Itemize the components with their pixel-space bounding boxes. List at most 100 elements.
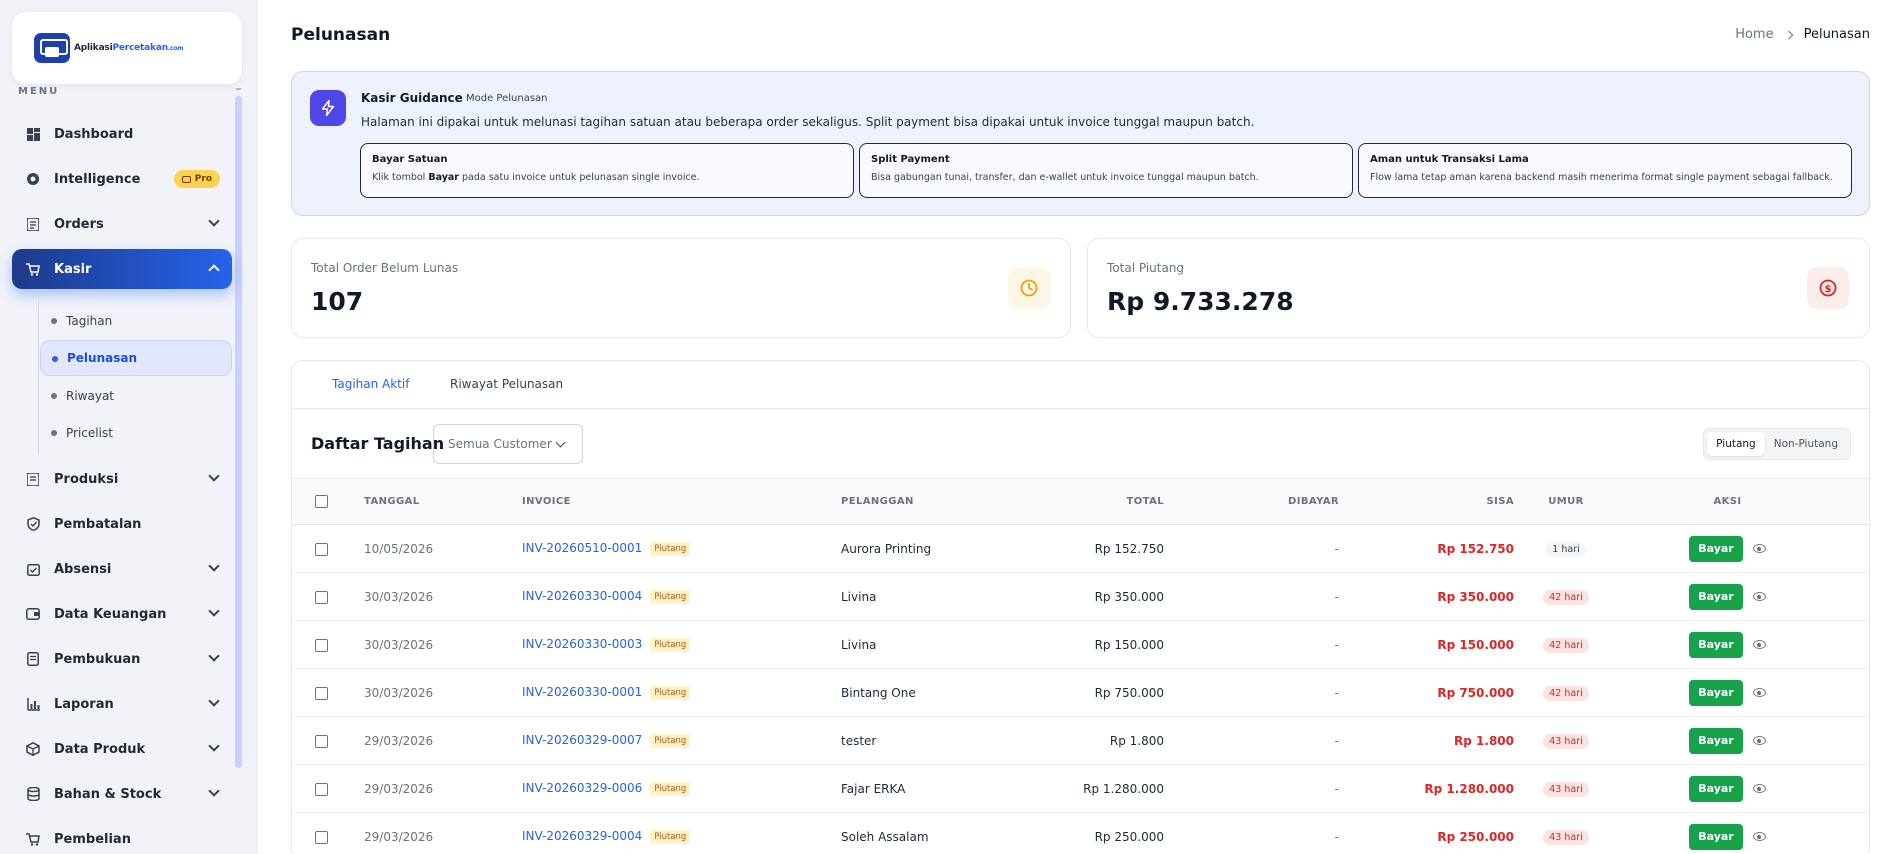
row-checkbox[interactable] xyxy=(315,638,328,652)
sidebar-item-data-produk[interactable]: Data Produk xyxy=(12,729,232,769)
page-title: Pelunasan xyxy=(291,25,391,45)
cell-customer: Livina xyxy=(841,589,877,604)
tab-riwayat-pelunasan[interactable]: Riwayat Pelunasan xyxy=(450,377,563,391)
guidance-mode: Mode Pelunasan xyxy=(466,93,548,104)
column-header[interactable]: TOTAL xyxy=(1016,479,1164,525)
sidebar-item-produksi[interactable]: Produksi xyxy=(12,459,232,499)
eye-icon[interactable] xyxy=(1753,592,1766,601)
sidebar-item-label: Pembelian xyxy=(54,831,131,847)
age-badge: 43 hari xyxy=(1543,829,1589,845)
bayar-button[interactable]: Bayar xyxy=(1689,631,1743,658)
column-header[interactable]: TANGGAL xyxy=(364,479,522,525)
table-row: 29/03/2026 INV-20260329-0004 Piutang Soleh … xyxy=(292,813,1869,854)
column-header[interactable]: INVOICE xyxy=(522,479,841,525)
cell-paid: - xyxy=(1334,541,1339,556)
cell-total: Rp 150.000 xyxy=(1094,637,1164,652)
bayar-button[interactable]: Bayar xyxy=(1689,823,1743,850)
row-checkbox[interactable] xyxy=(315,782,328,796)
invoice-link[interactable]: INV-20260329-0004 xyxy=(522,829,642,843)
sidebar-subitem-pricelist[interactable]: Pricelist xyxy=(40,415,232,451)
column-header[interactable]: DIBAYAR xyxy=(1164,479,1339,525)
stat-card-unpaid-orders: Total Order Belum Lunas 107 xyxy=(291,238,1071,338)
age-badge: 43 hari xyxy=(1543,781,1589,797)
sidebar-item-pembatalan[interactable]: Pembatalan xyxy=(12,504,232,544)
sidebar-item-pembelian[interactable]: Pembelian xyxy=(12,819,232,854)
sidebar-item-label: Laporan xyxy=(54,696,114,712)
eye-icon[interactable] xyxy=(1753,832,1766,841)
cell-customer: Aurora Printing xyxy=(841,541,932,556)
cell-paid: - xyxy=(1334,733,1339,748)
eye-icon[interactable] xyxy=(1753,688,1766,697)
lightning-icon xyxy=(310,90,346,126)
sidebar-item-dashboard[interactable]: Dashboard xyxy=(12,114,232,154)
sidebar-subitem-tagihan[interactable]: Tagihan xyxy=(40,303,232,339)
sidebar-item-intelligence[interactable]: Intelligence Pro xyxy=(12,159,232,199)
sidebar-item-laporan[interactable]: Laporan xyxy=(12,684,232,724)
sidebar-item-label: Data Keuangan xyxy=(54,606,167,622)
table-row: 30/03/2026 INV-20260330-0001 Piutang Bintan… xyxy=(292,669,1869,717)
eye-icon[interactable] xyxy=(1753,544,1766,553)
piutang-badge: Piutang xyxy=(650,637,691,652)
bayar-button[interactable]: Bayar xyxy=(1689,775,1743,802)
scroll-arrow-icon[interactable] xyxy=(236,88,241,90)
sidebar-scrollbar[interactable] xyxy=(235,96,242,768)
invoice-link[interactable]: INV-20260330-0001 xyxy=(522,685,642,699)
bayar-button[interactable]: Bayar xyxy=(1689,583,1743,610)
segment-non-piutang[interactable]: Non-Piutang xyxy=(1765,432,1847,456)
age-badge: 43 hari xyxy=(1543,733,1589,749)
sidebar-item-pembukuan[interactable]: Pembukuan xyxy=(12,639,232,679)
table-header-row: TANGGAL INVOICE PELANGGAN TOTAL DIBAYAR … xyxy=(292,478,1869,525)
cell-total: Rp 250.000 xyxy=(1094,829,1164,844)
sidebar-item-bahan-stock[interactable]: Bahan & Stock xyxy=(12,774,232,814)
sidebar-subitem-pelunasan[interactable]: Pelunasan xyxy=(40,340,232,376)
eye-icon[interactable] xyxy=(1753,736,1766,745)
row-checkbox[interactable] xyxy=(315,686,328,700)
cell-date: 30/03/2026 xyxy=(364,637,434,652)
breadcrumb-home[interactable]: Home xyxy=(1735,27,1773,42)
eye-icon[interactable] xyxy=(1753,784,1766,793)
row-checkbox[interactable] xyxy=(315,830,328,844)
sidebar-item-orders[interactable]: Orders xyxy=(12,204,232,244)
age-badge: 42 hari xyxy=(1543,589,1589,605)
intelligence-icon xyxy=(26,172,40,186)
app-logo[interactable]: AplikasiPercetakan.com xyxy=(12,12,242,84)
sidebar-item-kasir[interactable]: Kasir xyxy=(12,249,232,289)
select-all-checkbox[interactable] xyxy=(315,495,328,508)
bayar-button[interactable]: Bayar xyxy=(1689,535,1743,562)
book-icon xyxy=(26,652,40,666)
row-checkbox[interactable] xyxy=(315,590,328,604)
column-header[interactable]: UMUR xyxy=(1514,479,1618,525)
row-checkbox[interactable] xyxy=(315,734,328,748)
cell-paid: - xyxy=(1334,781,1339,796)
sidebar: AplikasiPercetakan.com MENU Dashboard In… xyxy=(0,0,258,854)
invoice-link[interactable]: INV-20260330-0004 xyxy=(522,589,642,603)
tabs: Tagihan Aktif Riwayat Pelunasan xyxy=(292,361,1869,409)
eye-icon[interactable] xyxy=(1753,640,1766,649)
invoice-link[interactable]: INV-20260329-0006 xyxy=(522,781,642,795)
column-header[interactable]: AKSI xyxy=(1618,479,1869,525)
piutang-badge: Piutang xyxy=(650,685,691,700)
column-header[interactable]: PELANGGAN xyxy=(841,479,1016,525)
list-title: Daftar Tagihan xyxy=(311,434,445,453)
piutang-badge: Piutang xyxy=(650,781,691,796)
bayar-button[interactable]: Bayar xyxy=(1689,727,1743,754)
bayar-button[interactable]: Bayar xyxy=(1689,679,1743,706)
guidance-card-title: Aman untuk Transaksi Lama xyxy=(1370,154,1529,165)
svg-text:$: $ xyxy=(1825,284,1832,295)
sidebar-item-absensi[interactable]: Absensi xyxy=(12,549,232,589)
chevron-up-icon xyxy=(208,264,220,276)
row-checkbox[interactable] xyxy=(315,542,328,556)
invoice-link[interactable]: INV-20260329-0007 xyxy=(522,733,642,747)
piutang-badge: Piutang xyxy=(650,733,691,748)
invoice-link[interactable]: INV-20260330-0003 xyxy=(522,637,642,651)
invoice-link[interactable]: INV-20260510-0001 xyxy=(522,541,642,555)
cell-paid: - xyxy=(1334,637,1339,652)
sidebar-item-data-keuangan[interactable]: Data Keuangan xyxy=(12,594,232,634)
sidebar-item-label: Dashboard xyxy=(54,126,134,142)
segment-piutang[interactable]: Piutang xyxy=(1707,432,1765,456)
customer-filter-select[interactable]: Semua Customer xyxy=(433,424,583,464)
sidebar-item-label: Pembukuan xyxy=(54,651,141,667)
sidebar-subitem-riwayat[interactable]: Riwayat xyxy=(40,378,232,414)
tab-tagihan-aktif[interactable]: Tagihan Aktif xyxy=(332,377,409,391)
column-header[interactable]: SISA xyxy=(1339,479,1514,525)
